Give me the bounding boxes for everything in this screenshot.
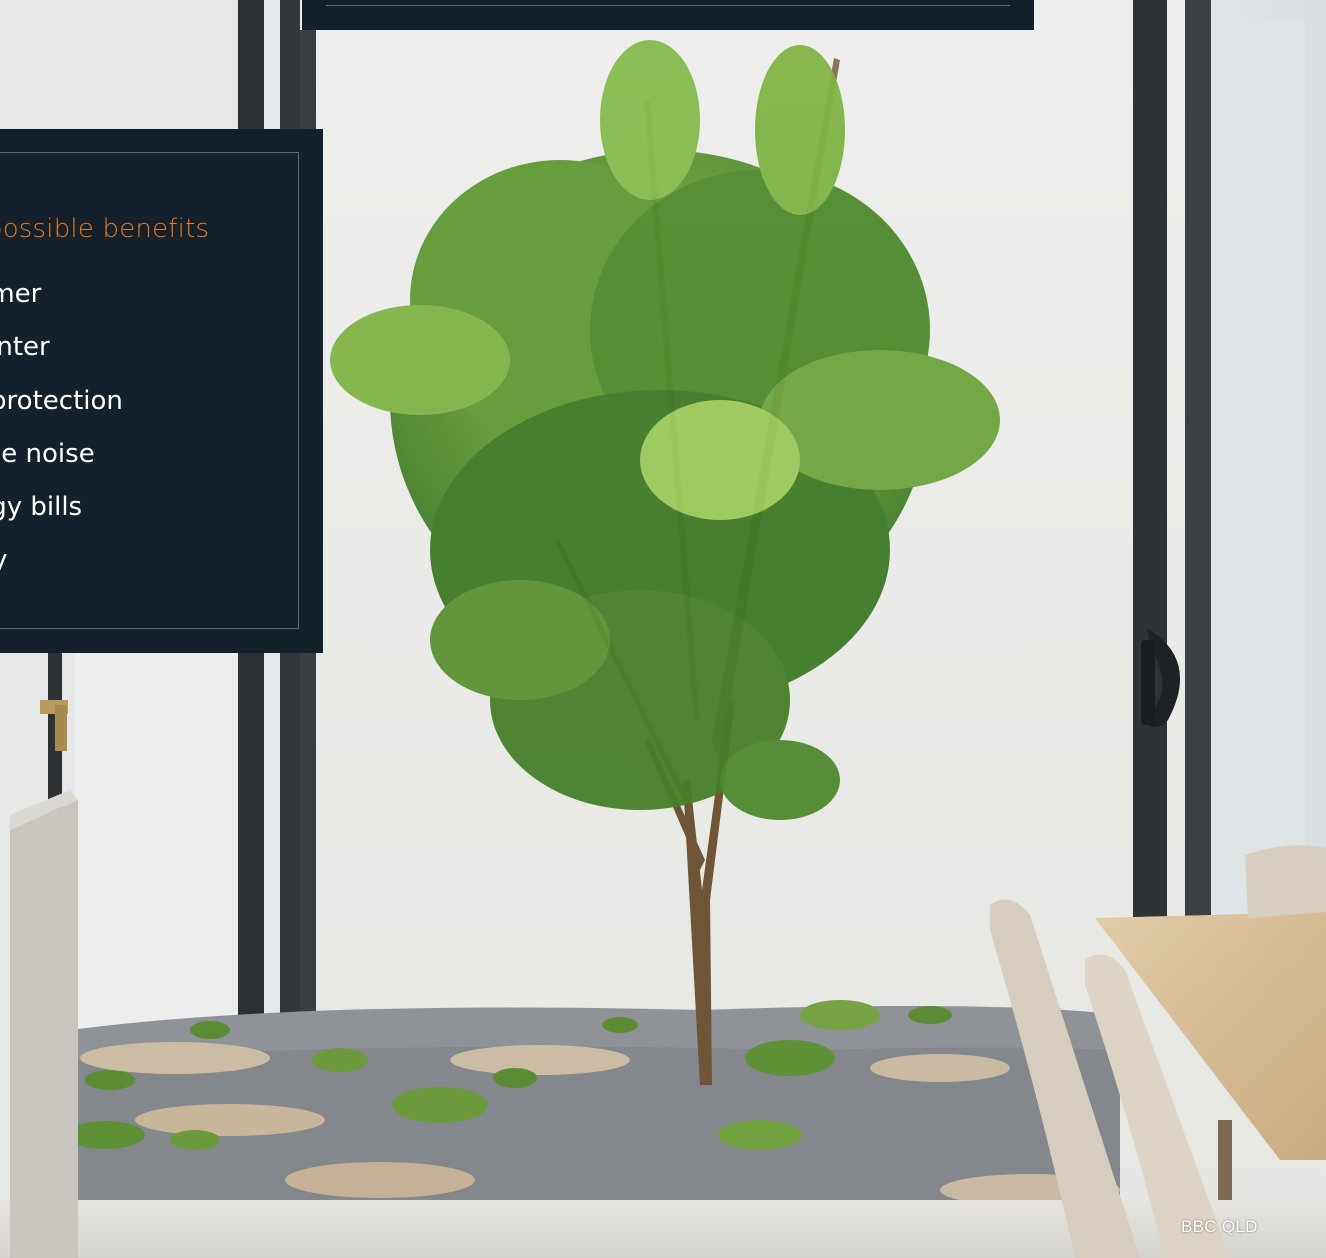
benefits-heading: possible benefits	[0, 214, 210, 244]
benefit-item: mmer	[0, 279, 42, 309]
banner-border-line	[326, 5, 1010, 6]
benefit-item: side noise	[0, 438, 95, 469]
benefits-list: mmer Winter V protection side noise ergy…	[0, 268, 123, 588]
benefit-item: ergy bills	[0, 492, 83, 523]
photo-credit: BBC QLD	[1181, 1217, 1258, 1236]
benefit-item: V protection	[0, 385, 123, 416]
top-banner-panel	[302, 0, 1034, 30]
benefits-info-panel: possible benefits mmer Winter V protecti…	[0, 129, 323, 653]
benefit-item: rity	[0, 534, 123, 587]
benefit-item: Winter	[0, 332, 50, 363]
